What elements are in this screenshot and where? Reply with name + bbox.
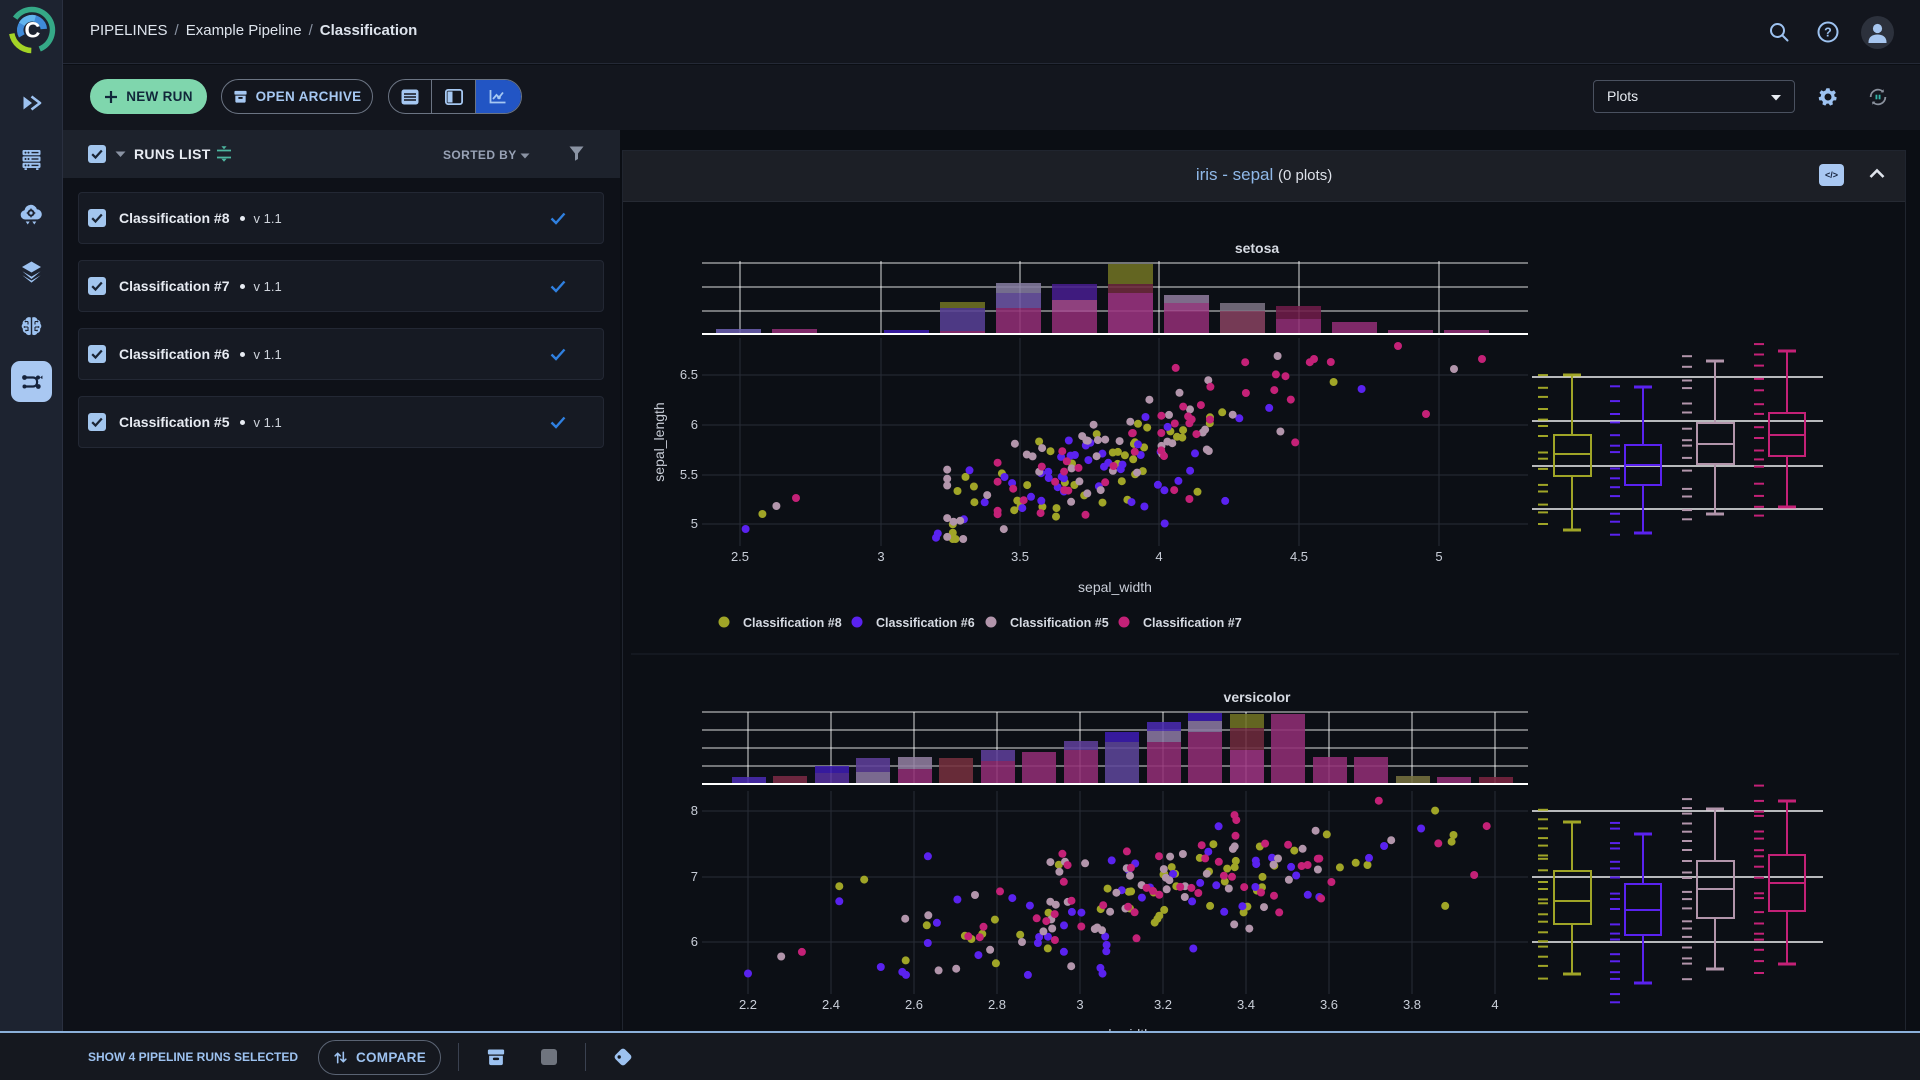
svg-text:6: 6 xyxy=(691,417,698,432)
svg-text:2.8: 2.8 xyxy=(988,997,1006,1012)
svg-text:6.5: 6.5 xyxy=(680,367,698,382)
svg-text:3.8: 3.8 xyxy=(1403,997,1421,1012)
svg-text:2.6: 2.6 xyxy=(905,997,923,1012)
svg-text:2.5: 2.5 xyxy=(731,549,749,564)
svg-text:3.4: 3.4 xyxy=(1237,997,1255,1012)
svg-text:2.2: 2.2 xyxy=(739,997,757,1012)
svg-text:2.4: 2.4 xyxy=(822,997,840,1012)
svg-text:?: ? xyxy=(1824,26,1832,40)
svg-text:3: 3 xyxy=(877,549,884,564)
svg-text:8: 8 xyxy=(691,803,698,818)
svg-text:sepal_width: sepal_width xyxy=(1078,579,1152,595)
svg-text:Classification #8: Classification #8 xyxy=(743,616,842,630)
svg-text:sepal_length: sepal_length xyxy=(651,402,667,481)
svg-text:4: 4 xyxy=(1155,549,1162,564)
svg-text:7: 7 xyxy=(691,869,698,884)
svg-text:3.2: 3.2 xyxy=(1154,997,1172,1012)
svg-text:4.5: 4.5 xyxy=(1290,549,1308,564)
svg-text:5.5: 5.5 xyxy=(680,467,698,482)
svg-text:5: 5 xyxy=(1435,549,1442,564)
svg-text:Classification #6: Classification #6 xyxy=(876,616,975,630)
svg-text:4: 4 xyxy=(1491,997,1498,1012)
svg-text:5: 5 xyxy=(691,516,698,531)
svg-text:3: 3 xyxy=(1076,997,1083,1012)
svg-text:3.5: 3.5 xyxy=(1011,549,1029,564)
svg-text:3.6: 3.6 xyxy=(1320,997,1338,1012)
svg-text:C: C xyxy=(25,18,41,43)
svg-text:versicolor: versicolor xyxy=(1224,689,1291,705)
svg-text:setosa: setosa xyxy=(1235,240,1280,256)
svg-text:Classification #7: Classification #7 xyxy=(1143,616,1242,630)
svg-text:Classification #5: Classification #5 xyxy=(1010,616,1109,630)
svg-text:6: 6 xyxy=(691,934,698,949)
